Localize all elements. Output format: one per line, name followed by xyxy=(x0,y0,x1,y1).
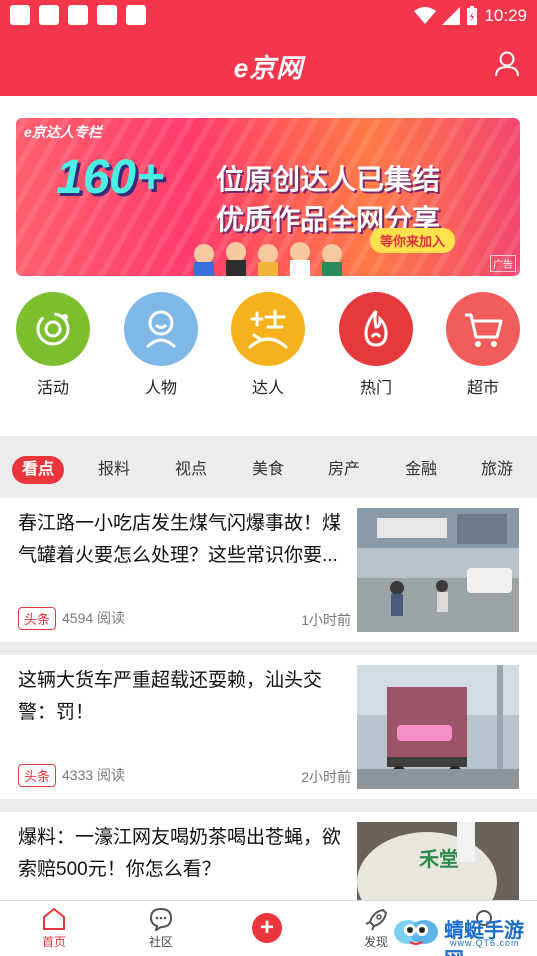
banner-tag: e京达人专栏 xyxy=(24,124,102,140)
headline-badge: 头条 xyxy=(18,606,57,630)
notification-icon xyxy=(68,5,88,25)
banner-number: 160+ xyxy=(56,151,165,204)
section-curve xyxy=(0,404,537,431)
tab-food[interactable]: 美食 xyxy=(252,456,284,484)
daren-icon xyxy=(231,292,305,366)
category-label: 超市 xyxy=(466,380,499,397)
notification-icon xyxy=(10,5,30,25)
news-title: 这辆大货车严重超载还耍赖，汕头交警：罚！ xyxy=(18,670,323,723)
watermark-text: 蜻蜓手游网 xyxy=(444,920,524,956)
category-label: 人物 xyxy=(144,380,177,397)
category-people[interactable]: 人物 xyxy=(123,292,199,398)
nav-community[interactable]: 社区 xyxy=(131,907,191,950)
planet-icon xyxy=(16,292,90,366)
signal-icon xyxy=(442,7,461,25)
notification-icon xyxy=(126,5,146,25)
site-watermark: 蜻蜓手游网 www.QT6.com xyxy=(392,912,532,956)
banner-headline-1: 位原创达人已集结 xyxy=(216,164,441,195)
banner-join-button[interactable]: 等你来加入 xyxy=(370,228,456,253)
wifi-icon xyxy=(414,7,437,24)
home-icon xyxy=(43,907,65,930)
news-item[interactable]: 这辆大货车严重超载还耍赖，汕头交警：罚！ 头条 4333 阅读 2小时前 xyxy=(0,655,537,799)
read-count: 4594 阅读 xyxy=(62,610,126,626)
news-title: 春江路一小吃店发生煤气闪爆事故！煤气罐着火要怎么处理？这些常识你要... xyxy=(18,513,342,566)
chat-bubble-icon xyxy=(149,907,173,931)
svg-text:禾堂: 禾堂 xyxy=(419,847,459,871)
tab-baoliao[interactable]: 报料 xyxy=(98,456,130,484)
battery-icon xyxy=(467,6,478,25)
app-header: e京网 xyxy=(0,32,537,96)
news-time: 1小时前 xyxy=(301,612,351,628)
add-post-button[interactable]: + xyxy=(252,913,282,943)
nav-label: 社区 xyxy=(148,935,173,949)
cart-icon xyxy=(446,292,520,366)
cartoon-people-illustration xyxy=(194,242,342,276)
tab-kandian[interactable]: 看点 xyxy=(12,456,65,484)
news-time: 2小时前 xyxy=(301,769,351,785)
rocket-icon xyxy=(365,908,388,931)
category-daren[interactable]: 达人 xyxy=(230,292,306,398)
news-thumbnail: 禾堂 xyxy=(357,822,519,900)
tab-travel[interactable]: 旅游 xyxy=(481,456,513,484)
category-label: 达人 xyxy=(251,380,284,397)
nav-label: 发现 xyxy=(363,935,388,949)
user-profile-icon[interactable] xyxy=(493,50,521,78)
notification-icon xyxy=(39,5,59,25)
flame-icon xyxy=(339,292,413,366)
status-bar: 10:29 xyxy=(0,0,537,32)
news-thumbnail xyxy=(357,665,519,789)
nav-label: 首页 xyxy=(41,935,66,949)
watermark-url: www.QT6.com xyxy=(450,938,520,948)
tab-shidian[interactable]: 视点 xyxy=(175,456,207,484)
dragonfly-logo-icon xyxy=(394,920,438,945)
notification-icon xyxy=(97,5,117,25)
category-activity[interactable]: 活动 xyxy=(15,292,91,398)
read-count: 4333 阅读 xyxy=(62,767,126,783)
news-meta: 头条 4594 阅读 xyxy=(18,605,125,631)
news-meta: 头条 4333 阅读 xyxy=(18,762,125,788)
app-logo: e京网 xyxy=(233,53,304,83)
tab-finance[interactable]: 金融 xyxy=(405,456,437,484)
category-market[interactable]: 超市 xyxy=(445,292,521,398)
news-item[interactable]: 爆料：一濠江网友喝奶茶喝出苍蝇，欲索赔500元！你怎么看？ 禾堂 xyxy=(0,812,537,900)
category-hot[interactable]: 热门 xyxy=(338,292,414,398)
nav-home[interactable]: 首页 xyxy=(24,907,84,950)
category-label: 活动 xyxy=(36,380,69,397)
person-icon xyxy=(124,292,198,366)
tab-realestate[interactable]: 房产 xyxy=(328,456,360,484)
news-title: 爆料：一濠江网友喝奶茶喝出苍蝇，欲索赔500元！你怎么看？ xyxy=(18,827,342,880)
status-time: 10:29 xyxy=(484,6,527,25)
news-item[interactable]: 春江路一小吃店发生煤气闪爆事故！煤气罐着火要怎么处理？这些常识你要... 头条 … xyxy=(0,498,537,642)
news-thumbnail xyxy=(357,508,519,632)
promo-banner[interactable]: e京达人专栏 160+ 位原创达人已集结 优质作品全网分享 等你来加入 广告 xyxy=(16,118,520,276)
category-tabs: 看点 报料 视点 美食 房产 金融 旅游 xyxy=(0,452,537,488)
headline-badge: 头条 xyxy=(18,763,57,787)
category-label: 热门 xyxy=(359,380,392,397)
ad-label: 广告 xyxy=(490,255,516,272)
